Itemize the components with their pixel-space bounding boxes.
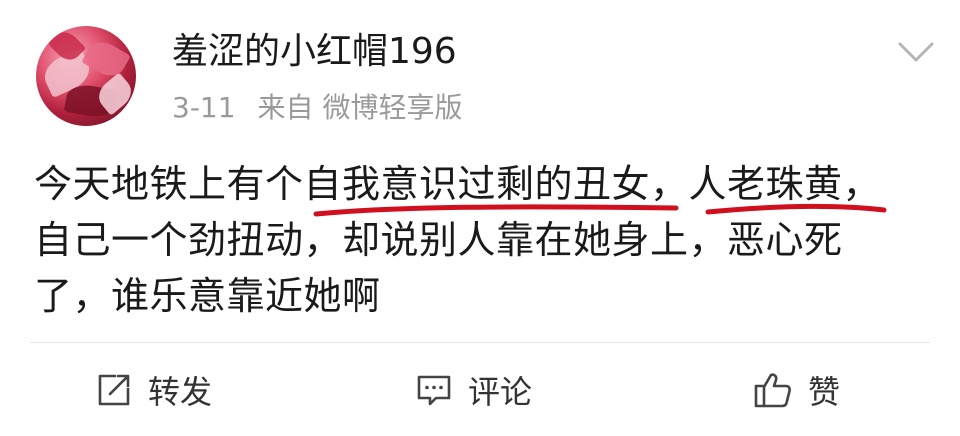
like-label: 赞 xyxy=(808,373,841,411)
post-meta: 3-11 来自 微博轻享版 xyxy=(172,88,462,128)
avatar[interactable] xyxy=(36,26,136,126)
repost-button[interactable]: 转发 xyxy=(94,364,212,416)
post-content-line: 今天地铁上有个自我意识过剩的丑女，人老珠黄， xyxy=(34,162,882,206)
weibo-post-card: 羞涩的小红帽196 3-11 来自 微博轻享版 今天地铁上有个自我意识过剩的丑女，… xyxy=(0,0,960,436)
post-date: 3-11 xyxy=(172,91,236,124)
comment-icon xyxy=(414,370,454,410)
chevron-down-icon[interactable] xyxy=(894,36,938,66)
comment-button[interactable]: 评论 xyxy=(414,364,532,416)
post-content-line: 了，谁乐意靠近她啊 xyxy=(34,274,381,318)
post-source[interactable]: 来自 微博轻享版 xyxy=(258,91,463,124)
like-button[interactable]: 赞 xyxy=(752,364,840,416)
post-content-line: 自己一个劲扭动，却说别人靠在她身上，恶心死 xyxy=(34,218,843,262)
repost-label: 转发 xyxy=(148,373,213,411)
post-content: 今天地铁上有个自我意识过剩的丑女，人老珠黄， 自己一个劲扭动，却说别人靠在她身上… xyxy=(34,156,914,324)
divider xyxy=(30,342,930,343)
username[interactable]: 羞涩的小红帽196 xyxy=(172,26,457,78)
comment-label: 评论 xyxy=(468,373,533,411)
thumbs-up-icon xyxy=(752,370,794,410)
repost-icon xyxy=(94,370,134,410)
